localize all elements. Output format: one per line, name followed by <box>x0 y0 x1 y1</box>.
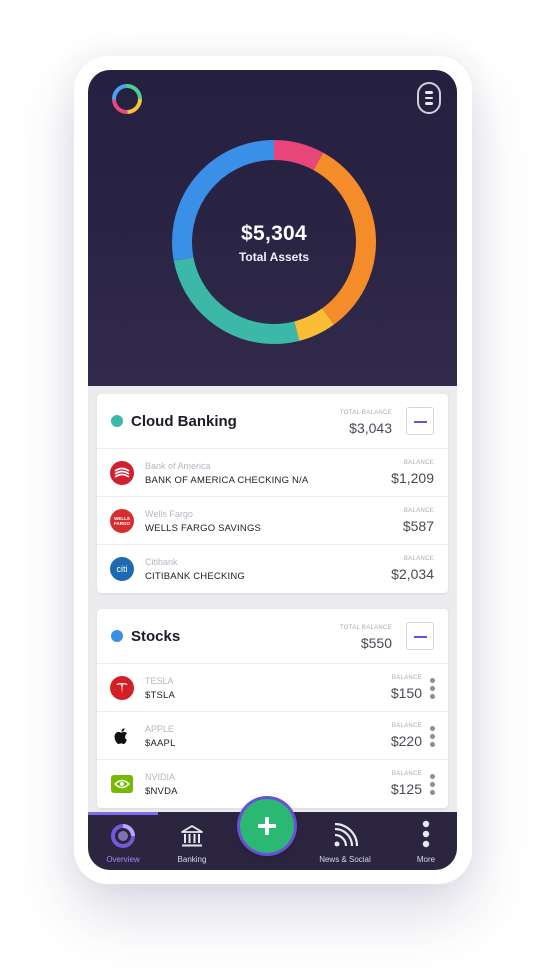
stock-ticker: $TSLA <box>145 690 176 701</box>
cloud-banking-dot <box>111 415 123 427</box>
bank-of-america-icon <box>110 461 134 485</box>
balance-label: BALANCE <box>403 460 434 466</box>
stock-balance: $150 <box>390 685 422 701</box>
tesla-icon <box>110 676 134 700</box>
menu-line <box>425 96 433 100</box>
stocks-title: Stocks <box>131 628 181 645</box>
cloud-banking-total-value: $3,043 <box>349 420 392 436</box>
total-assets-amount: $5,304 <box>240 222 308 245</box>
account-balance: $1,209 <box>391 470 434 486</box>
nvidia-eye-icon <box>114 779 130 789</box>
menu-line <box>425 102 433 105</box>
stock-options-icon[interactable] <box>430 678 436 700</box>
account-balance: $2,034 <box>391 566 434 582</box>
tab-news-social-label: News & Social <box>319 855 371 864</box>
account-row-wells-fargo[interactable]: WELLS FARGO Wells Fargo WELLS FARGO SAVI… <box>97 497 448 545</box>
tab-overview-label: Overview <box>106 855 140 864</box>
bank-building-icon <box>181 825 203 847</box>
more-dots-icon <box>422 820 430 848</box>
tab-banking-label: Banking <box>177 855 207 864</box>
balance-label: BALANCE <box>391 771 422 777</box>
balance-label: BALANCE <box>403 556 434 562</box>
add-button[interactable] <box>240 799 294 853</box>
assets-overview-header: $5,304 Total Assets <box>88 70 457 386</box>
bank-of-america-flag-icon <box>114 467 130 478</box>
company-name: APPLE <box>145 724 175 734</box>
stock-balance: $125 <box>390 781 422 797</box>
stock-balance: $220 <box>390 733 422 749</box>
tab-news-social[interactable]: News & Social <box>310 812 380 870</box>
total-assets-summary: $5,304 Total Assets <box>166 222 382 264</box>
stock-row-tesla[interactable]: TESLA $TSLA BALANCE $150 <box>97 664 448 712</box>
stock-options-icon[interactable] <box>430 726 436 748</box>
stock-row-apple[interactable]: APPLE $AAPL BALANCE $220 <box>97 712 448 760</box>
stocks-collapse-button[interactable] <box>406 622 434 650</box>
total-assets-label: Total Assets <box>238 250 310 264</box>
stocks-total-value: $550 <box>360 635 392 651</box>
menu-button[interactable] <box>417 82 441 114</box>
bank-name: Bank of America <box>145 461 211 471</box>
account-row-citibank[interactable]: citi Citibank CITIBANK CHECKING BALANCE … <box>97 545 448 593</box>
company-name: NVIDIA <box>145 772 176 782</box>
account-name: BANK OF AMERICA CHECKING N/A <box>145 475 309 486</box>
bank-name: Wells Fargo <box>145 509 193 519</box>
tab-more[interactable]: More <box>400 812 452 870</box>
apple-icon <box>110 724 134 748</box>
plus-icon <box>258 817 276 835</box>
stocks-dot <box>111 630 123 642</box>
tesla-logo-icon <box>116 683 128 694</box>
cloud-banking-header: Cloud Banking TOTAL BALANCE $3,043 <box>97 394 448 449</box>
bank-name: Citibank <box>145 557 178 567</box>
stock-ticker: $AAPL <box>145 738 176 749</box>
menu-line <box>425 91 433 94</box>
apple-logo-icon <box>114 728 127 744</box>
stock-ticker: $NVDA <box>145 786 178 797</box>
stocks-card: Stocks TOTAL BALANCE $550 TESLA $TSLA BA… <box>97 609 448 808</box>
account-balance: $587 <box>402 518 434 534</box>
overview-icon <box>111 824 135 848</box>
account-name: WELLS FARGO SAVINGS <box>145 523 262 534</box>
app-logo-icon[interactable] <box>110 82 144 116</box>
account-row-bank-of-america[interactable]: Bank of America BANK OF AMERICA CHECKING… <box>97 449 448 497</box>
cloud-banking-card: Cloud Banking TOTAL BALANCE $3,043 Bank … <box>97 394 448 593</box>
stock-options-icon[interactable] <box>430 774 436 796</box>
account-name: CITIBANK CHECKING <box>145 571 245 582</box>
rss-feed-icon <box>334 823 358 847</box>
balance-label: BALANCE <box>391 675 422 681</box>
cloud-banking-title: Cloud Banking <box>131 413 237 430</box>
total-balance-label: TOTAL BALANCE <box>339 410 392 416</box>
tab-banking[interactable]: Banking <box>160 812 224 870</box>
wells-fargo-icon: WELLS FARGO <box>110 509 134 533</box>
stocks-header: Stocks TOTAL BALANCE $550 <box>97 609 448 664</box>
company-name: TESLA <box>145 676 174 686</box>
balance-label: BALANCE <box>391 723 422 729</box>
tab-more-label: More <box>416 855 436 864</box>
total-balance-label: TOTAL BALANCE <box>339 625 392 631</box>
app-screen: $5,304 Total Assets Cloud Banking TOTAL … <box>88 70 457 870</box>
cloud-banking-collapse-button[interactable] <box>406 407 434 435</box>
balance-label: BALANCE <box>403 508 434 514</box>
tab-overview[interactable]: Overview <box>90 812 156 870</box>
nvidia-icon <box>111 775 133 793</box>
citibank-icon: citi <box>110 557 134 581</box>
